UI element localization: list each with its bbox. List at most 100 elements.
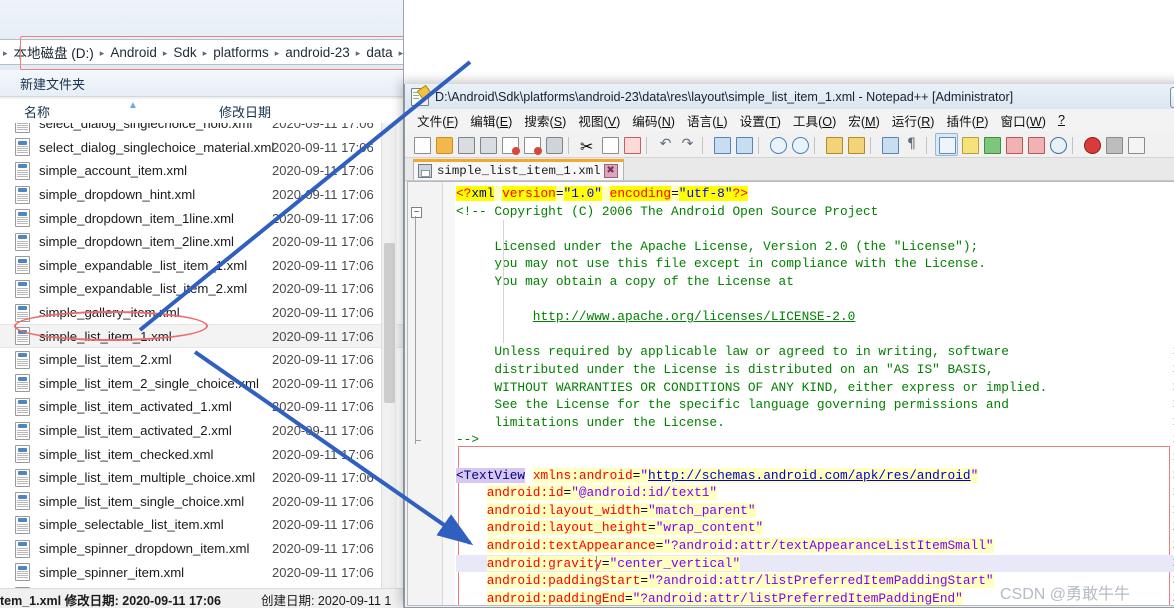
close-file-icon[interactable] xyxy=(499,134,520,155)
user-define-dialog-icon[interactable] xyxy=(959,134,980,155)
new-file-icon[interactable] xyxy=(411,134,432,155)
file-row[interactable]: simple_list_item_1.xml 2020-09-11 17:06 xyxy=(0,324,403,348)
find-icon[interactable] xyxy=(711,134,732,155)
zoom-in-icon[interactable] xyxy=(767,134,788,155)
menu-item-t[interactable]: 设置(T) xyxy=(734,111,787,130)
tab-close-icon[interactable]: ✖ xyxy=(603,164,618,178)
file-row[interactable]: simple_list_item_activated_2.xml 2020-09-… xyxy=(0,419,403,443)
file-row[interactable]: simple_spinner_item.xml 2020-09-11 17:06 xyxy=(0,560,403,584)
menu-item-w[interactable]: 窗口(W) xyxy=(995,111,1052,130)
zoom-out-icon[interactable] xyxy=(789,134,810,155)
fold-toggle-icon[interactable]: − xyxy=(411,206,422,218)
breadcrumb-item-4[interactable]: android-23 xyxy=(281,45,354,60)
indent-guide xyxy=(503,220,504,238)
cut-icon[interactable]: ✂ xyxy=(577,134,598,156)
code-line: android:gravity="center_vertical" xyxy=(456,555,741,573)
file-row[interactable]: simple_list_item_2_single_choice.xml 2020… xyxy=(0,372,403,396)
file-row[interactable]: simple_dropdown_item_2line.xml 2020-09-11… xyxy=(0,230,403,254)
new-folder-button[interactable]: 新建文件夹 xyxy=(0,74,85,93)
separator-5 xyxy=(811,135,822,156)
breadcrumb-item-5[interactable]: data xyxy=(362,45,396,60)
breadcrumb-item-1[interactable]: Android xyxy=(106,45,161,60)
file-row[interactable]: simple_list_item_2.xml 2020-09-11 17:06 xyxy=(0,348,403,372)
code-token: Unless required by applicable law or agr… xyxy=(456,344,1009,360)
record-macro-icon[interactable] xyxy=(1081,134,1102,155)
address-bar[interactable]: ▸ 本地磁盘 (D:) ▸ Android ▸ Sdk ▸ platforms … xyxy=(0,39,403,65)
file-row[interactable]: simple_gallery_item.xml 2020-09-11 17:06 xyxy=(0,301,403,325)
breadcrumb-item-3[interactable]: platforms xyxy=(209,45,273,60)
code-token: version xyxy=(502,186,556,201)
column-header-name[interactable]: 名称 xyxy=(24,102,50,121)
function-list-icon[interactable] xyxy=(1003,134,1024,155)
show-all-chars-icon[interactable]: ¶ xyxy=(901,134,922,155)
print-icon[interactable] xyxy=(543,134,564,155)
explorer-scrollbar-thumb[interactable] xyxy=(384,243,395,403)
stop-macro-icon[interactable] xyxy=(1103,134,1124,155)
file-row[interactable]: simple_list_item_multiple_choice.xml 2020… xyxy=(0,466,403,490)
code-line: distributed under the License is distrib… xyxy=(456,361,993,379)
file-row[interactable]: select_dialog_singlechoice_holo.xml 2020-… xyxy=(0,123,403,136)
indent-guide-icon[interactable] xyxy=(935,132,958,156)
xml-file-icon xyxy=(15,515,30,534)
file-modified-date: 2020-09-11 17:06 xyxy=(272,234,374,250)
notepadpp-minimize-button[interactable] xyxy=(1170,87,1174,108)
sync-vertical-icon[interactable] xyxy=(823,134,844,155)
file-row[interactable]: simple_list_item_checked.xml 2020-09-11 1… xyxy=(0,442,403,466)
document-map-icon[interactable] xyxy=(981,134,1002,155)
playback-macro-icon-glyph xyxy=(1128,136,1145,154)
new-file-icon-glyph xyxy=(414,136,431,154)
menu-item-help[interactable]: ? xyxy=(1052,113,1071,127)
file-row[interactable]: simple_selectable_list_item.xml 2020-09-1… xyxy=(0,513,403,537)
paste-icon[interactable] xyxy=(621,134,642,155)
file-row[interactable]: simple_spinner_dropdown_item.xml 2020-09-… xyxy=(0,537,403,561)
menu-item-s[interactable]: 搜索(S) xyxy=(518,111,572,130)
code-folding-column[interactable] xyxy=(443,182,455,605)
monitoring-icon[interactable] xyxy=(1047,134,1068,155)
breadcrumb-item-0[interactable]: 本地磁盘 (D:) xyxy=(10,42,98,62)
folder-as-workspace-icon[interactable] xyxy=(1025,134,1046,155)
word-wrap-icon[interactable] xyxy=(879,134,900,155)
code-token: android:layout_height xyxy=(486,520,648,536)
menu-item-n[interactable]: 编码(N) xyxy=(626,111,681,130)
file-row[interactable]: simple_account_item.xml 2020-09-11 17:06 xyxy=(0,159,403,183)
redo-icon[interactable]: ↷ xyxy=(677,134,698,155)
file-row[interactable]: simple_list_item_activated_1.xml 2020-09-… xyxy=(0,395,403,419)
code-token: "?android:attr/listPreferredItemPaddingE… xyxy=(632,590,963,606)
file-row[interactable]: simple_dropdown_item_1line.xml 2020-09-11… xyxy=(0,206,403,230)
file-row[interactable]: select_dialog_singlechoice_material.xml 2… xyxy=(0,136,403,160)
menu-item-m[interactable]: 宏(M) xyxy=(842,111,886,130)
open-file-icon[interactable] xyxy=(433,134,454,155)
menu-item-l[interactable]: 语言(L) xyxy=(681,111,734,130)
menu-item-r[interactable]: 运行(R) xyxy=(886,111,941,130)
file-modified-date: 2020-09-11 17:06 xyxy=(272,139,374,155)
menu-item-p[interactable]: 插件(P) xyxy=(941,111,995,130)
undo-icon[interactable]: ↶ xyxy=(655,134,676,155)
save-all-icon[interactable] xyxy=(477,134,498,155)
tab-simple-list-item-1[interactable]: simple_list_item_1.xml ✖ xyxy=(413,159,624,180)
menu-item-f[interactable]: 文件(F) xyxy=(411,111,464,130)
menu-item-o[interactable]: 工具(O) xyxy=(787,111,842,130)
file-row[interactable]: simple_dropdown_hint.xml 2020-09-11 17:06 xyxy=(0,183,403,207)
open-file-icon-glyph xyxy=(436,136,453,154)
explorer-vertical-scrollbar[interactable] xyxy=(381,123,397,588)
menu-item-v[interactable]: 视图(V) xyxy=(572,111,626,130)
code-token: http://www.apache.org/licenses/LICENSE-2… xyxy=(532,309,856,325)
file-list[interactable]: select_dialog_singlechoice_holo.xml 2020-… xyxy=(0,123,403,588)
replace-icon[interactable] xyxy=(733,134,754,155)
file-row[interactable]: simple_expandable_list_item_2.xml 2020-09… xyxy=(0,277,403,301)
copy-icon[interactable] xyxy=(599,134,620,155)
save-icon[interactable] xyxy=(455,134,476,155)
column-header-date[interactable]: 修改日期 xyxy=(219,102,271,121)
close-all-icon[interactable] xyxy=(521,134,542,155)
code-editor[interactable]: 1<?xml version="1.0" encoding="utf-8"?>2… xyxy=(407,181,1174,606)
code-token: "?android:attr/textAppearanceListItemSma… xyxy=(663,538,994,553)
file-name: simple_list_item_2.xml xyxy=(39,352,172,368)
playback-macro-icon[interactable] xyxy=(1125,134,1146,155)
file-row[interactable]: simple_expandable_list_item_1.xml 2020-09… xyxy=(0,254,403,278)
code-token: android:paddingStart xyxy=(486,573,641,589)
file-row[interactable]: simple_list_item_single_choice.xml 2020-0… xyxy=(0,490,403,514)
sync-horizontal-icon[interactable] xyxy=(845,134,866,155)
menu-item-e[interactable]: 编辑(E) xyxy=(464,111,518,130)
breadcrumb-item-2[interactable]: Sdk xyxy=(169,45,200,60)
